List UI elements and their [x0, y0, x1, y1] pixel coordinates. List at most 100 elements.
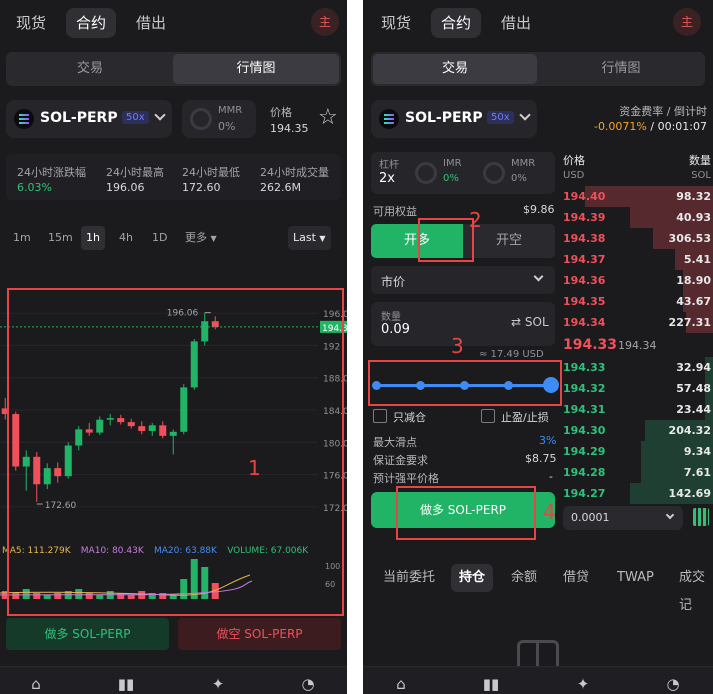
stat-low-value: 172.60: [182, 181, 221, 194]
avatar[interactable]: 主: [673, 8, 701, 36]
ob-qty: 98.32: [676, 190, 711, 203]
nav-spot[interactable]: 现货: [6, 8, 56, 38]
reduce-only-checkbox[interactable]: [373, 409, 387, 423]
highlight-number-3: 3: [451, 334, 464, 358]
margin-req-label: 保证金要求: [373, 454, 428, 467]
margin-req-value: $8.75: [525, 452, 557, 465]
trade-icon[interactable]: ▮▮: [116, 675, 136, 694]
tab-chart[interactable]: 行情图: [173, 54, 339, 84]
ask-row[interactable]: 194.40 98.32: [563, 186, 713, 207]
tab-trade[interactable]: 交易: [373, 54, 537, 84]
ob-qty-header: 数量: [689, 154, 711, 167]
mmr-ring-icon: [483, 162, 505, 184]
approx-usd: ≈ 17.49 USD: [479, 349, 544, 360]
tf-15m[interactable]: 15m: [43, 226, 78, 250]
ob-price: 194.29: [563, 445, 606, 458]
reduce-only-label: 只减仓: [393, 411, 426, 424]
mmr-value: 0%: [511, 173, 527, 184]
nav-futures[interactable]: 合约: [66, 8, 117, 38]
bid-row[interactable]: 194.28 7.61: [563, 462, 713, 483]
avatar[interactable]: 主: [311, 8, 339, 36]
max-slippage-value[interactable]: 3%: [539, 434, 556, 447]
home-icon[interactable]: ⌂: [391, 675, 411, 694]
tab-borrow[interactable]: 借贷: [555, 564, 597, 592]
nav-futures[interactable]: 合约: [431, 8, 482, 38]
liq-price-value: -: [549, 470, 553, 483]
ob-qty: 5.41: [683, 253, 711, 266]
bid-row[interactable]: 194.33 32.94: [563, 357, 713, 378]
sparkle-icon[interactable]: ✦: [573, 675, 593, 694]
portfolio-icon[interactable]: ◔: [298, 675, 318, 694]
chevron-down-icon: ▼: [319, 234, 326, 243]
tf-1h[interactable]: 1h: [81, 226, 105, 250]
home-icon[interactable]: ⌂: [26, 675, 46, 694]
stats-box: 24小时涨跌幅 6.03% 24小时最高 196.06 24小时最低 172.6…: [6, 154, 341, 200]
funding-values: -0.0071% / 00:01:07: [594, 120, 707, 133]
tick-size-select[interactable]: 0.0001: [563, 506, 683, 530]
buy-button[interactable]: 做多 SOL-PERP: [6, 618, 169, 650]
chevron-down-icon: ▼: [210, 234, 217, 243]
tab-trade-history[interactable]: 成交记: [671, 564, 713, 613]
bid-row[interactable]: 194.31 23.44: [563, 399, 713, 420]
trade-icon[interactable]: ▮▮: [481, 675, 501, 694]
price-value: 194.35: [270, 122, 309, 135]
ask-row[interactable]: 194.38 306.53: [563, 228, 713, 249]
liq-price-label: 预计强平价格: [373, 472, 439, 485]
tf-1m[interactable]: 1m: [8, 226, 36, 250]
price-type-select[interactable]: Last ▼: [288, 226, 331, 250]
bid-row[interactable]: 194.27 142.69: [563, 483, 713, 504]
chevron-down-icon: [665, 510, 675, 520]
ask-row[interactable]: 194.35 43.67: [563, 291, 713, 312]
market-selector[interactable]: SOL-PERP 50x: [371, 100, 537, 138]
tf-more-label: 更多: [185, 231, 207, 244]
tab-balances[interactable]: 余额: [503, 564, 545, 592]
bid-row[interactable]: 194.30 204.32: [563, 420, 713, 441]
mmr-value: 0%: [218, 120, 236, 133]
tp-sl-checkbox[interactable]: [481, 409, 495, 423]
bid-row[interactable]: 194.32 57.48: [563, 378, 713, 399]
ob-qty: 18.90: [676, 274, 711, 287]
leverage-box[interactable]: 杠杆 2x IMR 0% MMR 0%: [371, 152, 555, 194]
stat-volume-label: 24小时成交量: [260, 166, 329, 179]
tab-open-orders[interactable]: 当前委托: [375, 564, 443, 592]
book-layout-icon[interactable]: [693, 508, 709, 526]
ob-qty: 9.34: [683, 445, 711, 458]
mmr-label: MMR: [218, 105, 243, 116]
imr-value: 0%: [443, 173, 459, 184]
tab-positions[interactable]: 持仓: [451, 564, 494, 592]
sparkle-icon[interactable]: ✦: [208, 675, 228, 694]
market-selector[interactable]: SOL-PERP 50x: [6, 100, 172, 138]
nav-lend[interactable]: 借出: [126, 8, 176, 38]
star-icon[interactable]: ☆: [318, 106, 338, 130]
highlight-box-2: [418, 218, 474, 262]
ask-row[interactable]: 194.37 5.41: [563, 249, 713, 270]
stat-high-label: 24小时最高: [106, 166, 164, 179]
imr-ring-icon: [415, 162, 437, 184]
max-slippage-label: 最大滑点: [373, 436, 417, 449]
top-nav: 现货 合约 借出 主: [363, 0, 713, 46]
tab-chart[interactable]: 行情图: [539, 54, 703, 84]
tf-1d[interactable]: 1D: [147, 226, 172, 250]
quantity-value: 0.09: [381, 322, 410, 337]
chart-screen: 现货 合约 借出 主 交易 行情图 SOL-PERP 50x MMR 0% 价格…: [0, 0, 347, 694]
ob-price: 194.30: [563, 424, 606, 437]
order-type-select[interactable]: 市价: [371, 266, 555, 294]
tf-4h[interactable]: 4h: [114, 226, 138, 250]
ask-row[interactable]: 194.36 18.90: [563, 270, 713, 291]
tab-trade[interactable]: 交易: [8, 54, 172, 84]
mid-price: 194.33: [563, 337, 618, 353]
sell-button[interactable]: 做空 SOL-PERP: [178, 618, 341, 650]
nav-lend[interactable]: 借出: [491, 8, 541, 38]
leverage-badge: 50x: [122, 111, 149, 124]
ask-row[interactable]: 194.34 227.31: [563, 312, 713, 333]
ob-qty: 23.44: [676, 403, 711, 416]
ob-qty-unit: SOL: [691, 170, 711, 181]
tf-more[interactable]: 更多 ▼: [180, 226, 222, 250]
funding-countdown: 00:01:07: [657, 120, 707, 133]
bid-row[interactable]: 194.29 9.34: [563, 441, 713, 462]
portfolio-icon[interactable]: ◔: [663, 675, 683, 694]
nav-spot[interactable]: 现货: [371, 8, 421, 38]
quantity-unit[interactable]: ⇄ SOL: [511, 315, 549, 329]
tab-twap[interactable]: TWAP: [609, 564, 662, 592]
ask-row[interactable]: 194.39 40.93: [563, 207, 713, 228]
